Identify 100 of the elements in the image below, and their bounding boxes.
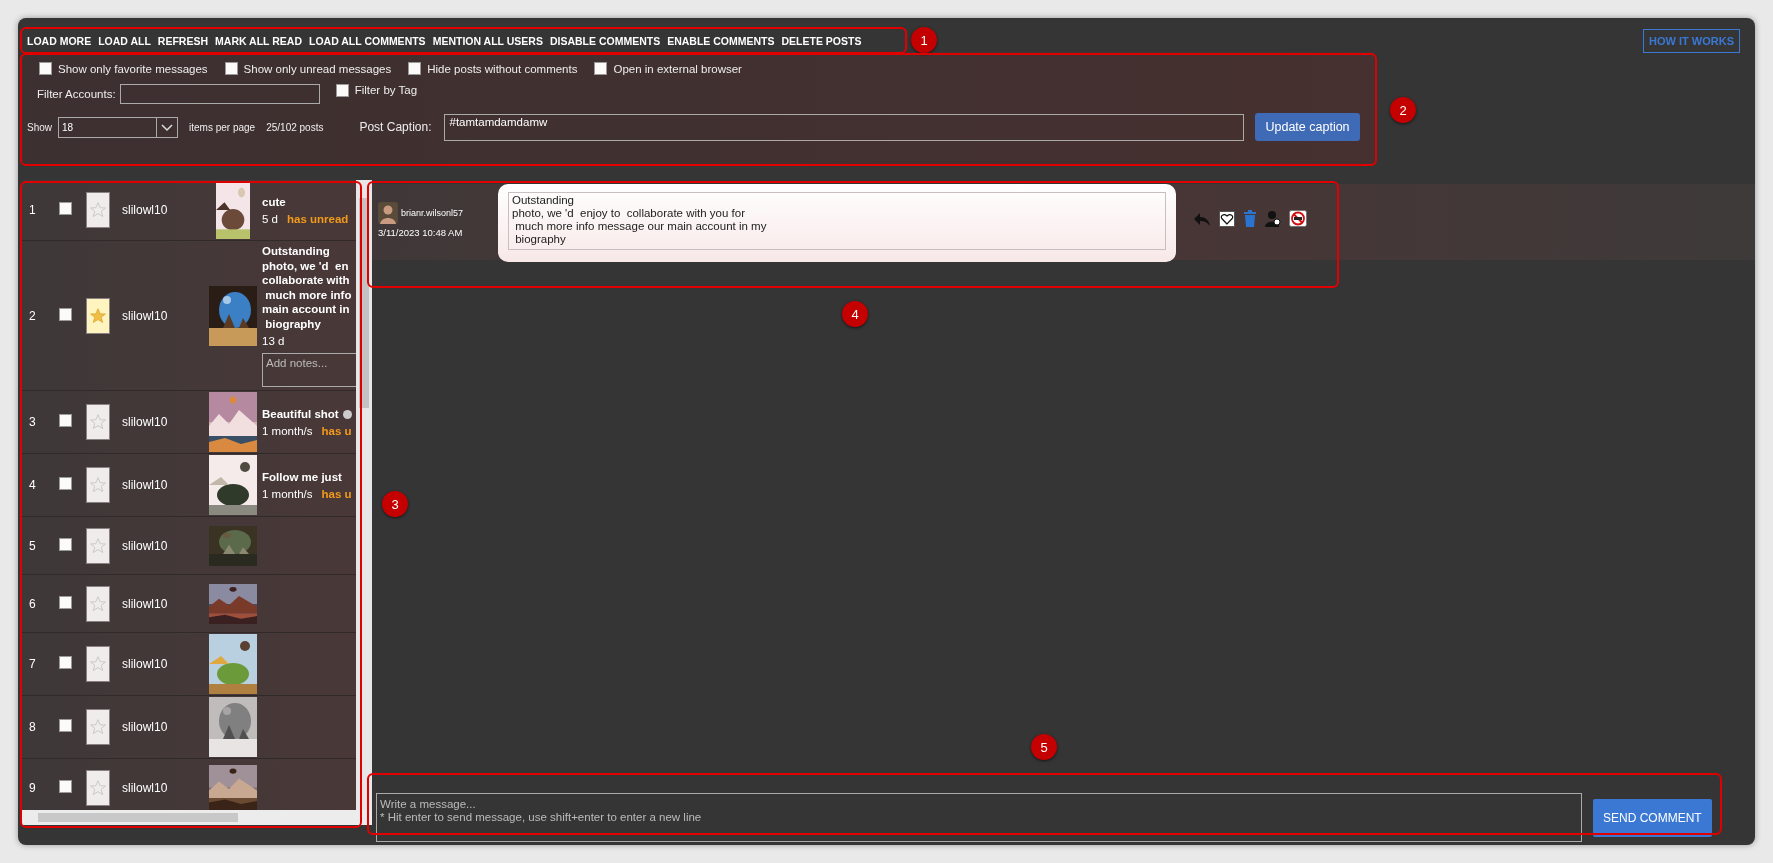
toolbar-link[interactable]: ENABLE COMMENTS [667, 35, 775, 47]
favorite-star-toggle[interactable] [86, 297, 110, 334]
post-caption-field[interactable]: #tamtamdamdamw [444, 113, 1245, 141]
checkbox[interactable] [39, 62, 52, 75]
no-spam-icon[interactable] [1289, 210, 1307, 227]
checkbox[interactable] [59, 719, 72, 732]
username: slilowl10 [122, 720, 169, 734]
row-number: 7 [29, 657, 37, 671]
favorite-star-toggle[interactable] [86, 646, 110, 682]
message-username: brianr.wilsonl57 [401, 208, 464, 218]
checkbox[interactable] [59, 595, 72, 609]
checkbox[interactable] [59, 656, 72, 669]
send-comment-button[interactable]: SEND COMMENT [1593, 798, 1712, 837]
user-icon[interactable] [1265, 210, 1281, 227]
step-badge: 1 [911, 27, 937, 53]
star-icon [89, 778, 107, 797]
checkbox[interactable] [59, 477, 72, 490]
checkbox-label: Open in external browser [613, 62, 742, 75]
favorite-star-toggle[interactable] [86, 585, 110, 622]
username: slilowl10 [122, 478, 169, 492]
username: slilowl10 [122, 780, 169, 795]
username: slilowl10 [122, 308, 169, 323]
star-icon [89, 476, 107, 494]
message-input[interactable]: Write a message... * Hit enter to send message, use shift+enter to enter a new line [376, 793, 1582, 842]
message-text-field[interactable]: Outstanding photo, we 'd enjoy to collaborate with you for much more info message our main account in my biography [508, 192, 1166, 250]
trash-icon[interactable] [1243, 210, 1257, 227]
step-badge: 4 [842, 301, 868, 327]
star-icon [89, 306, 107, 325]
field-label: Post Caption: [359, 120, 432, 134]
post-age: 5 d [262, 213, 278, 226]
favorite-star-toggle[interactable] [86, 527, 110, 564]
toolbar-link[interactable]: DISABLE COMMENTS [549, 35, 661, 47]
username: slilowl10 [122, 538, 169, 553]
step-badge: 2 [1390, 97, 1416, 123]
unread-status: has unread [287, 213, 349, 226]
checkbox-label: Show only unread messages [243, 62, 392, 75]
favorite-star-toggle[interactable] [86, 192, 110, 228]
favorite-star-toggle[interactable] [86, 467, 110, 503]
checkbox[interactable] [408, 62, 422, 75]
checkbox[interactable] [224, 62, 238, 75]
toolbar-link[interactable]: MARK ALL READ [215, 35, 302, 47]
filter-accounts-field[interactable] [119, 84, 320, 104]
update-caption-button[interactable]: Update caption [1255, 113, 1360, 141]
checkbox-label: Hide posts without comments [427, 62, 578, 75]
row-number: 8 [29, 720, 37, 734]
row-number: 9 [29, 780, 37, 795]
avatar [378, 202, 398, 224]
step-badge: 3 [382, 491, 408, 517]
checkbox[interactable] [59, 414, 72, 427]
star-icon [89, 594, 107, 613]
star-icon [89, 536, 107, 555]
unread-status: has u [321, 425, 352, 438]
step-badge: 5 [1031, 734, 1057, 760]
row-number: 4 [29, 478, 37, 492]
toolbar-link[interactable]: REFRESH [157, 35, 209, 47]
post-age: 1 month/s [262, 488, 313, 501]
post-title: Follow me just [262, 469, 342, 485]
row-number: 2 [29, 308, 37, 323]
page-size-select[interactable]: 18 [58, 116, 178, 138]
checkbox[interactable] [59, 307, 72, 321]
toolbar-link[interactable]: LOAD ALL COMMENTS [308, 35, 426, 47]
items-per-page-label: items per page [189, 121, 256, 133]
star-icon [89, 413, 107, 431]
post-age: 1 month/s [262, 425, 313, 438]
toolbar-link[interactable]: LOAD MORE [27, 35, 92, 47]
show-label: Show [27, 121, 52, 133]
checkbox-label: Show only favorite messages [58, 62, 208, 75]
checkbox[interactable] [594, 62, 608, 75]
checkbox[interactable] [59, 537, 72, 551]
username: slilowl10 [122, 657, 169, 671]
row-number: 6 [29, 596, 37, 611]
checkbox[interactable] [59, 202, 72, 215]
favorite-star-toggle[interactable] [86, 769, 110, 806]
username: slilowl10 [122, 596, 169, 611]
post-title: Beautiful shot [262, 406, 339, 422]
toolbar-link[interactable]: LOAD ALL [98, 35, 151, 47]
post-title: Outstanding photo, we 'd en collaborate with much more info main account in biography [262, 244, 352, 331]
field-label: Filter Accounts: [37, 88, 116, 100]
checkbox-label: Filter by Tag [354, 84, 418, 96]
heart-icon[interactable] [1219, 210, 1235, 227]
checkbox[interactable] [335, 83, 349, 97]
checkbox[interactable] [59, 779, 72, 793]
toolbar-link[interactable]: MENTION ALL USERS [432, 35, 543, 47]
username: slilowl10 [122, 203, 169, 217]
message-timestamp: 3/11/2023 10:48 AM [378, 227, 464, 238]
row-number: 5 [29, 538, 37, 553]
post-count: 25/102 posts [266, 121, 324, 133]
favorite-star-toggle[interactable] [86, 709, 110, 745]
favorite-star-toggle[interactable] [86, 404, 110, 440]
row-number: 1 [29, 203, 37, 217]
star-icon [89, 655, 107, 673]
star-icon [89, 201, 107, 219]
star-icon [89, 718, 107, 736]
horizontal-scrollbar[interactable] [22, 810, 372, 825]
username: slilowl10 [122, 415, 169, 429]
toolbar-link[interactable]: DELETE POSTS [781, 35, 862, 47]
row-number: 3 [29, 415, 37, 429]
post-age: 13 d [262, 335, 285, 347]
unread-status: has u [321, 488, 352, 501]
post-title: cute [262, 194, 286, 210]
